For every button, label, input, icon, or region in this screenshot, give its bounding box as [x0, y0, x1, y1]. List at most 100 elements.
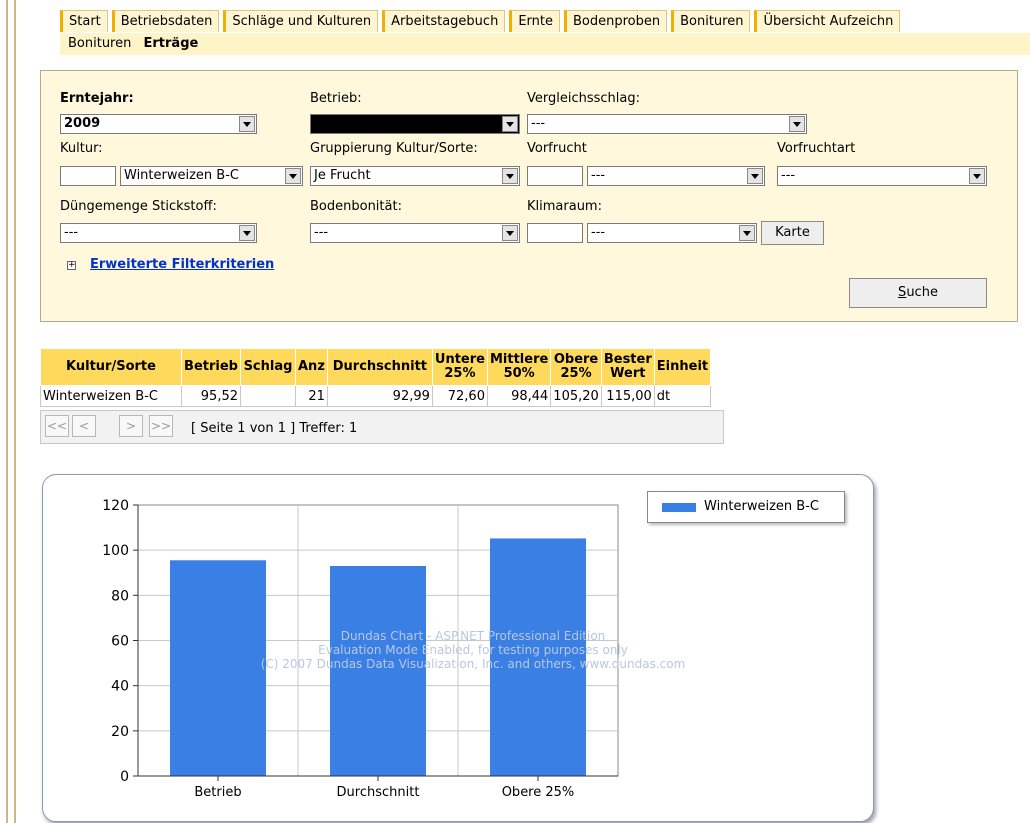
y-tick-label: 40: [111, 679, 129, 695]
duengemenge-value: ---: [64, 225, 79, 240]
chevron-down-icon: [502, 225, 518, 241]
erntejahr-select[interactable]: 2009: [60, 114, 257, 134]
vergleichsschlag-select[interactable]: ---: [527, 114, 807, 134]
cell-untere-25: 72,60: [431, 385, 488, 407]
tab-uebersicht-aufzeichnungen[interactable]: Übersicht Aufzeichn: [754, 10, 901, 32]
y-tick-label: 100: [102, 543, 129, 559]
x-tick-label: Durchschnitt: [337, 785, 420, 800]
col-einheit[interactable]: Einheit: [653, 348, 712, 386]
x-tick-label: Betrieb: [194, 785, 241, 800]
chevron-down-icon: [747, 168, 763, 184]
table-row[interactable]: Winterweizen B-C 95,52 21 92,99 72,60 98…: [40, 385, 712, 407]
kultur-select[interactable]: Winterweizen B-C: [120, 166, 303, 186]
erntejahr-label: Erntejahr:: [60, 91, 134, 106]
vorfruchtart-select[interactable]: ---: [777, 166, 987, 186]
kultur-code-input[interactable]: [60, 166, 116, 186]
vorfruchtart-value: ---: [781, 168, 796, 183]
vorfrucht-label: Vorfrucht: [527, 141, 587, 156]
table-header-row: Kultur/Sorte Betrieb Schlag Anz Durchsch…: [40, 348, 712, 386]
tab-arbeitstagebuch[interactable]: Arbeitstagebuch: [382, 10, 506, 32]
duengemenge-label: Düngemenge Stickstoff:: [60, 199, 217, 214]
chevron-down-icon: [502, 168, 518, 184]
tab-schlaege-und-kulturen[interactable]: Schläge und Kulturen: [223, 10, 379, 32]
betrieb-label: Betrieb:: [310, 91, 362, 106]
vorfruchtart-label: Vorfruchtart: [777, 141, 856, 156]
klimaraum-code-input[interactable]: [527, 223, 583, 243]
gruppierung-label: Gruppierung Kultur/Sorte:: [310, 141, 478, 156]
cell-bester-wert: 115,00: [600, 385, 655, 407]
subtab-bonituren[interactable]: Bonituren: [68, 33, 131, 55]
klimaraum-label: Klimaraum:: [527, 199, 602, 214]
gruppierung-select[interactable]: Je Frucht: [310, 166, 520, 186]
chart-legend: Winterweizen B-C: [647, 491, 845, 523]
erweiterte-filterkriterien-link[interactable]: Erweiterte Filterkriterien: [90, 257, 274, 272]
cell-schlag: [240, 385, 296, 407]
y-tick-label: 120: [102, 498, 129, 514]
gruppierung-value: Je Frucht: [314, 168, 371, 183]
tab-start[interactable]: Start: [60, 10, 108, 32]
bodenbonitaet-label: Bodenbonität:: [310, 199, 402, 214]
chevron-down-icon: [969, 168, 985, 184]
col-mittlere-50[interactable]: Mittlere 50%: [486, 348, 552, 386]
karte-button[interactable]: Karte: [761, 221, 824, 245]
vergleichsschlag-value: ---: [531, 116, 546, 131]
cell-einheit: dt: [653, 385, 712, 407]
betrieb-select[interactable]: [310, 114, 520, 134]
erntejahr-value: 2009: [64, 116, 101, 131]
col-bester-wert[interactable]: Bester Wert: [600, 348, 655, 386]
vorfrucht-select[interactable]: ---: [587, 166, 765, 186]
subtab-ertraege[interactable]: Erträge: [144, 33, 199, 55]
vorfrucht-value: ---: [591, 168, 606, 183]
y-tick-label: 20: [111, 724, 129, 740]
cell-anz: 21: [295, 385, 328, 407]
left-border: [6, 0, 8, 823]
tab-ernte[interactable]: Ernte: [509, 10, 560, 32]
pager-prev-button[interactable]: <: [72, 415, 96, 437]
cell-betrieb: 95,52: [181, 385, 241, 407]
legend-label: Winterweizen B-C: [704, 499, 819, 514]
col-kultur-sorte[interactable]: Kultur/Sorte: [40, 348, 182, 386]
pager-first-button[interactable]: <<: [45, 415, 69, 437]
col-betrieb[interactable]: Betrieb: [181, 348, 241, 386]
tab-bodenproben[interactable]: Bodenproben: [563, 10, 668, 32]
cell-mittlere-50: 98,44: [486, 385, 552, 407]
vergleichsschlag-label: Vergleichsschlag:: [527, 91, 641, 106]
pager-last-button[interactable]: >>: [149, 415, 173, 437]
left-border-inner: [14, 0, 16, 823]
klimaraum-select[interactable]: ---: [587, 223, 757, 243]
cell-durchschnitt: 92,99: [326, 385, 433, 407]
bodenbonitaet-value: ---: [314, 225, 329, 240]
chevron-down-icon: [789, 116, 805, 132]
expand-icon[interactable]: +: [67, 261, 76, 270]
suche-button[interactable]: Suche: [849, 278, 987, 308]
cell-kultur-sorte: Winterweizen B-C: [40, 385, 182, 407]
chevron-down-icon: [739, 225, 755, 241]
sub-navigation: Bonituren Erträge: [60, 33, 1030, 55]
y-tick-label: 0: [120, 769, 129, 785]
chevron-down-icon: [502, 116, 518, 132]
duengemenge-select[interactable]: ---: [60, 223, 257, 243]
suche-label: uche: [906, 285, 938, 300]
chevron-down-icon: [239, 225, 255, 241]
col-anz[interactable]: Anz: [295, 348, 328, 386]
main-tabs: Start Betriebsdaten Schläge und Kulturen…: [60, 10, 1030, 32]
y-tick-label: 80: [111, 588, 129, 604]
x-tick-label: Obere 25%: [502, 785, 575, 800]
pager-info: [ Seite 1 von 1 ] Treffer: 1: [191, 421, 358, 436]
tab-betriebsdaten[interactable]: Betriebsdaten: [111, 10, 220, 32]
results-table: Kultur/Sorte Betrieb Schlag Anz Durchsch…: [40, 348, 712, 407]
col-untere-25[interactable]: Untere 25%: [431, 348, 488, 386]
watermark-line-1: Dundas Chart - ASP.NET Professional Edit…: [340, 629, 606, 643]
col-durchschnitt[interactable]: Durchschnitt: [326, 348, 433, 386]
pager: << < > >> [ Seite 1 von 1 ] Treffer: 1: [40, 410, 724, 444]
col-schlag[interactable]: Schlag: [240, 348, 296, 386]
watermark-line-3: (C) 2007 Dundas Data Visualization, Inc.…: [260, 657, 686, 671]
vorfrucht-code-input[interactable]: [527, 166, 583, 186]
pager-next-button[interactable]: >: [119, 415, 143, 437]
kultur-label: Kultur:: [60, 141, 103, 156]
bodenbonitaet-select[interactable]: ---: [310, 223, 520, 243]
filter-panel: Erntejahr: 2009 Betrieb: Vergleichsschla…: [40, 70, 1018, 322]
tab-bonituren[interactable]: Bonituren: [671, 10, 751, 32]
chart-watermark: Dundas Chart - ASP.NET Professional Edit…: [123, 629, 823, 671]
col-obere-25[interactable]: Obere 25%: [550, 348, 602, 386]
